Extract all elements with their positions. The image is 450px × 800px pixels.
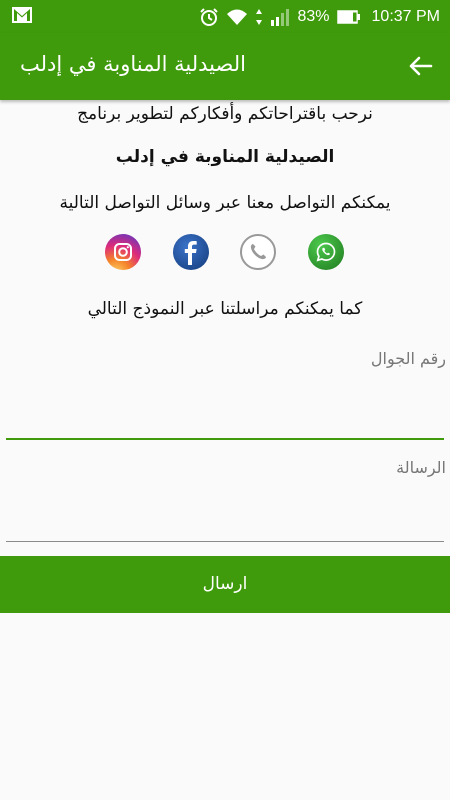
instagram-icon[interactable] <box>105 234 141 270</box>
clock: 10:37 PM <box>371 7 440 25</box>
battery-percent: 83% <box>297 7 330 25</box>
phone-field-underline <box>6 438 444 440</box>
intro-text: نرحب باقتراحاتكم وأفكاركم لتطوير برنامج <box>77 104 373 124</box>
message-field[interactable] <box>6 480 444 540</box>
phone-icon[interactable] <box>240 234 276 270</box>
page-title: الصيدلية المناوبة في إدلب <box>20 52 246 76</box>
alarm-icon <box>200 7 219 26</box>
phone-field[interactable] <box>6 275 444 335</box>
battery-icon <box>336 9 360 24</box>
message-field-underline <box>6 541 444 542</box>
facebook-icon[interactable] <box>173 234 209 270</box>
wifi-icon <box>227 9 248 25</box>
data-arrows-icon <box>256 8 263 25</box>
phone-field-label: رقم الجوال <box>370 349 446 368</box>
whatsapp-icon[interactable] <box>308 234 344 270</box>
app-name-text: الصيدلية المناوبة في إدلب <box>115 147 335 167</box>
social-icons <box>0 234 450 274</box>
send-button[interactable]: ارسال <box>0 556 450 613</box>
gmail-icon <box>12 7 32 23</box>
arrow-back-icon[interactable] <box>408 53 434 79</box>
signal-icon <box>271 8 290 26</box>
message-field-label: الرسالة <box>396 458 446 477</box>
social-intro-text: يمكنكم التواصل معنا عبر وسائل التواصل ال… <box>59 193 391 213</box>
status-bar: 83% 10:37 PM <box>0 0 450 33</box>
app-bar: الصيدلية المناوبة في إدلب <box>0 33 450 100</box>
